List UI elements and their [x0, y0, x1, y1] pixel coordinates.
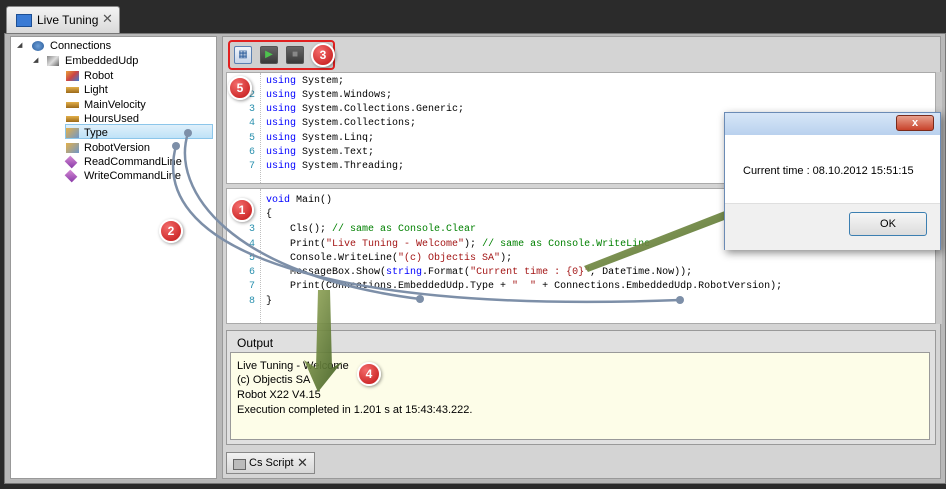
messagebox-dialog: x Current time : 08.10.2012 15:51:15 OK — [724, 112, 941, 250]
tree-node-label: Connections — [50, 40, 112, 52]
stop-button[interactable]: ■ — [286, 46, 304, 64]
code-line: using System.Windows; — [266, 90, 393, 101]
tab-title: Live Tuning — [37, 13, 99, 27]
code-line: using System.Text; — [266, 147, 375, 158]
method-icon — [64, 169, 78, 183]
output-line: Live Tuning - Welcome — [237, 360, 349, 372]
line-number: 8 — [248, 296, 255, 307]
line-number: 4 — [248, 239, 255, 250]
output-line: Execution completed in 1.201 s at 15:43:… — [237, 404, 473, 416]
code-line: MessageBox.Show(string.Format("Current t… — [266, 267, 693, 278]
line-number: 5 — [248, 253, 255, 264]
expand-triangle-icon[interactable]: ◢ — [33, 54, 38, 68]
code-line: using System; — [266, 76, 345, 87]
method-icon — [64, 155, 78, 169]
live-tuning-icon — [16, 14, 32, 27]
line-number: 7 — [248, 161, 255, 172]
output-header: Output — [237, 336, 274, 350]
output-line: (c) Objectis SA — [237, 374, 311, 386]
code-line: Console.WriteLine("(c) Objectis SA"); — [266, 253, 513, 264]
expand-triangle-icon[interactable]: ◢ — [17, 39, 22, 53]
code-line: Cls(); // same as Console.Clear — [266, 224, 477, 235]
badge-1: 1 — [230, 198, 254, 222]
code-line: using System.Linq; — [266, 133, 375, 144]
dialog-footer: OK — [725, 203, 940, 250]
tab-live-tuning[interactable]: Live Tuning ✕ — [6, 6, 120, 33]
robot-variable-icon — [66, 71, 79, 81]
line-number: 5 — [248, 133, 255, 144]
property-icon — [66, 143, 79, 153]
script-icon — [233, 459, 246, 470]
code-line: using System.Collections.Generic; — [266, 104, 465, 115]
badge-2: 2 — [159, 219, 183, 243]
code-line: using System.Threading; — [266, 161, 405, 172]
badge-4: 4 — [357, 362, 381, 386]
grid-icon: ▦ — [238, 49, 248, 60]
output-line: Robot X22 V4.15 — [237, 389, 321, 401]
connections-tree: ◢ Connections ◢ EmbeddedUdp Robot Light … — [10, 36, 217, 479]
tab-label: Cs Script — [249, 457, 294, 469]
line-number: 6 — [248, 147, 255, 158]
globe-icon — [32, 41, 44, 51]
code-line: { — [266, 209, 273, 220]
tab-cs-script[interactable]: Cs Script ✕ — [226, 452, 315, 474]
close-icon[interactable]: ✕ — [297, 455, 308, 471]
tree-node-label: EmbeddedUdp — [65, 55, 139, 67]
code-line: Print(Connections.EmbeddedUdp.Type + " "… — [266, 281, 783, 292]
play-icon: ▶ — [265, 49, 273, 60]
close-icon[interactable]: ✕ — [102, 11, 113, 27]
dialog-close-button[interactable]: x — [896, 115, 934, 131]
output-text-area[interactable]: Live Tuning - Welcome (c) Objectis SA Ro… — [230, 352, 930, 440]
line-number: 4 — [248, 118, 255, 129]
badge-3: 3 — [311, 43, 335, 67]
code-line: Print("Live Tuning - Welcome"); // same … — [266, 239, 651, 250]
ok-button[interactable]: OK — [849, 212, 927, 236]
connection-plug-icon — [47, 56, 59, 66]
variable-icon — [66, 87, 79, 93]
line-number: 3 — [248, 104, 255, 115]
code-line: } — [266, 296, 273, 307]
variable-icon — [66, 102, 79, 108]
stop-icon: ■ — [291, 49, 299, 60]
badge-5: 5 — [228, 76, 252, 100]
compile-button[interactable]: ▦ — [234, 46, 252, 64]
code-line: void Main() — [266, 195, 333, 206]
run-button[interactable]: ▶ — [260, 46, 278, 64]
variable-icon — [66, 116, 79, 122]
line-number: 6 — [248, 267, 255, 278]
code-line: using System.Collections; — [266, 118, 417, 129]
dialog-message: Current time : 08.10.2012 15:51:15 — [743, 165, 914, 177]
line-number: 3 — [248, 224, 255, 235]
property-icon — [66, 128, 79, 138]
line-number: 7 — [248, 281, 255, 292]
